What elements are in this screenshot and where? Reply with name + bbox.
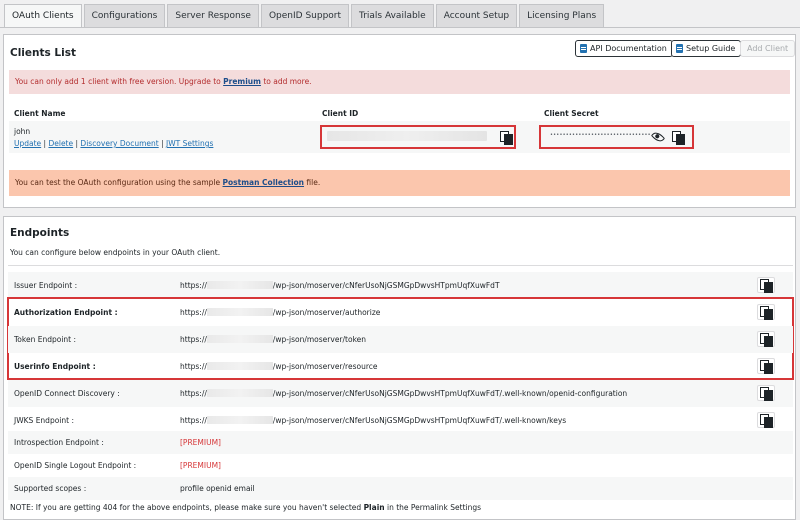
endpoint-label: Token Endpoint :	[14, 335, 77, 344]
client-id-value	[327, 131, 487, 141]
endpoint-row-introspection: Introspection Endpoint : [PREMIUM]	[8, 431, 793, 454]
endpoints-divider	[8, 265, 793, 266]
col-client-secret: Client Secret	[544, 109, 599, 118]
tab-trials-available[interactable]: Trials Available	[351, 4, 434, 27]
redacted-domain	[206, 308, 273, 316]
endpoint-url: https:///wp-json/moserver/token	[180, 335, 367, 344]
api-documentation-label: API Documentation	[590, 44, 667, 53]
tab-server-response[interactable]: Server Response	[167, 4, 259, 27]
endpoint-row-issuer: Issuer Endpoint : https:///wp-json/moser…	[8, 272, 793, 299]
redacted-domain	[206, 389, 273, 397]
client-name: john	[14, 127, 31, 136]
client-secret-value: ••••••••••••••••••••••••••••••••	[550, 132, 651, 138]
copy-client-secret-icon[interactable]	[672, 131, 685, 145]
discovery-document-link[interactable]: Discovery Document	[80, 139, 158, 148]
copy-icon	[760, 414, 773, 428]
endpoint-row-token: Token Endpoint : https:///wp-json/moserv…	[8, 326, 793, 353]
client-actions: Update | Delete | Discovery Document | J…	[14, 139, 214, 148]
copy-icon	[760, 360, 773, 374]
setup-guide-button[interactable]: Setup Guide	[671, 40, 742, 57]
document-icon	[676, 44, 683, 53]
postman-notice: You can test the OAuth configuration usi…	[9, 170, 790, 196]
endpoint-url: https:///wp-json/moserver/cNferUsoNjGSMG…	[180, 389, 628, 398]
endpoint-url: https:///wp-json/moserver/cNferUsoNjGSMG…	[180, 416, 567, 425]
copy-icon	[760, 333, 773, 347]
redacted-domain	[206, 416, 273, 424]
endpoint-label: Supported scopes :	[14, 484, 87, 493]
clients-panel: Clients List API Documentation Setup Gui…	[3, 34, 796, 208]
premium-badge: [PREMIUM]	[180, 461, 221, 470]
tab-configurations[interactable]: Configurations	[83, 4, 166, 27]
delete-link[interactable]: Delete	[48, 139, 73, 148]
redacted-domain	[206, 335, 273, 343]
endpoint-row-jwks: JWKS Endpoint : https:///wp-json/moserve…	[8, 407, 793, 434]
setup-guide-label: Setup Guide	[686, 44, 736, 53]
redacted-domain	[206, 281, 273, 289]
copy-client-id-icon[interactable]	[500, 131, 513, 145]
add-client-button[interactable]: Add Client	[740, 40, 796, 57]
col-client-name: Client Name	[14, 109, 66, 118]
tab-licensing-plans[interactable]: Licensing Plans	[519, 4, 605, 27]
endpoint-url: https:///wp-json/moserver/authorize	[180, 308, 381, 317]
update-link[interactable]: Update	[14, 139, 41, 148]
endpoint-label: OpenID Single Logout Endpoint :	[14, 461, 137, 470]
jwt-settings-link[interactable]: JWT Settings	[166, 139, 213, 148]
copy-icon	[760, 387, 773, 401]
postman-collection-link[interactable]: Postman Collection	[223, 178, 305, 187]
endpoint-label: Userinfo Endpoint :	[14, 362, 96, 371]
tab-account-setup[interactable]: Account Setup	[435, 4, 518, 27]
endpoint-row-authorization: Authorization Endpoint : https:///wp-jso…	[8, 299, 793, 326]
premium-badge: [PREMIUM]	[180, 438, 221, 447]
free-version-notice: You can only add 1 client with free vers…	[9, 70, 790, 94]
api-documentation-button[interactable]: API Documentation	[575, 40, 673, 57]
endpoint-url: https:///wp-json/moserver/cNferUsoNjGSMG…	[180, 281, 500, 290]
copy-icon	[760, 306, 773, 320]
endpoint-row-scopes: Supported scopes : profile openid email	[8, 477, 793, 500]
permalink-note: NOTE: If you are getting 404 for the abo…	[10, 503, 482, 512]
tab-oauth-clients[interactable]: OAuth Clients	[4, 4, 82, 28]
copy-jwks-button[interactable]	[757, 412, 775, 428]
endpoints-panel: Endpoints You can configure below endpoi…	[3, 216, 796, 520]
endpoint-row-openid-discovery: OpenID Connect Discovery : https:///wp-j…	[8, 380, 793, 407]
endpoint-label: JWKS Endpoint :	[14, 416, 74, 425]
endpoint-row-logout: OpenID Single Logout Endpoint : [PREMIUM…	[8, 454, 793, 477]
copy-issuer-button[interactable]	[757, 277, 775, 293]
endpoint-label: Introspection Endpoint :	[14, 438, 104, 447]
tab-bar-divider	[0, 27, 800, 28]
endpoint-label: Issuer Endpoint :	[14, 281, 78, 290]
document-icon	[580, 44, 587, 53]
copy-authorization-button[interactable]	[757, 304, 775, 320]
clients-title: Clients List	[10, 47, 76, 59]
copy-token-button[interactable]	[757, 331, 775, 347]
col-client-id: Client ID	[322, 109, 359, 118]
endpoints-intro: You can configure below endpoints in you…	[10, 248, 221, 257]
endpoints-title: Endpoints	[10, 227, 70, 239]
copy-userinfo-button[interactable]	[757, 358, 775, 374]
tab-openid-support[interactable]: OpenID Support	[260, 4, 350, 27]
endpoint-label: Authorization Endpoint :	[14, 308, 118, 317]
scopes-value: profile openid email	[180, 484, 255, 493]
premium-link[interactable]: Premium	[223, 77, 261, 86]
copy-icon	[760, 279, 773, 293]
endpoint-url: https:///wp-json/moserver/resource	[180, 362, 378, 371]
endpoint-label: OpenID Connect Discovery :	[14, 389, 120, 398]
redacted-domain	[206, 362, 273, 370]
endpoint-row-userinfo: Userinfo Endpoint : https:///wp-json/mos…	[8, 353, 793, 380]
tab-bar: OAuth Clients Configurations Server Resp…	[4, 4, 605, 28]
copy-openid-discovery-button[interactable]	[757, 385, 775, 401]
